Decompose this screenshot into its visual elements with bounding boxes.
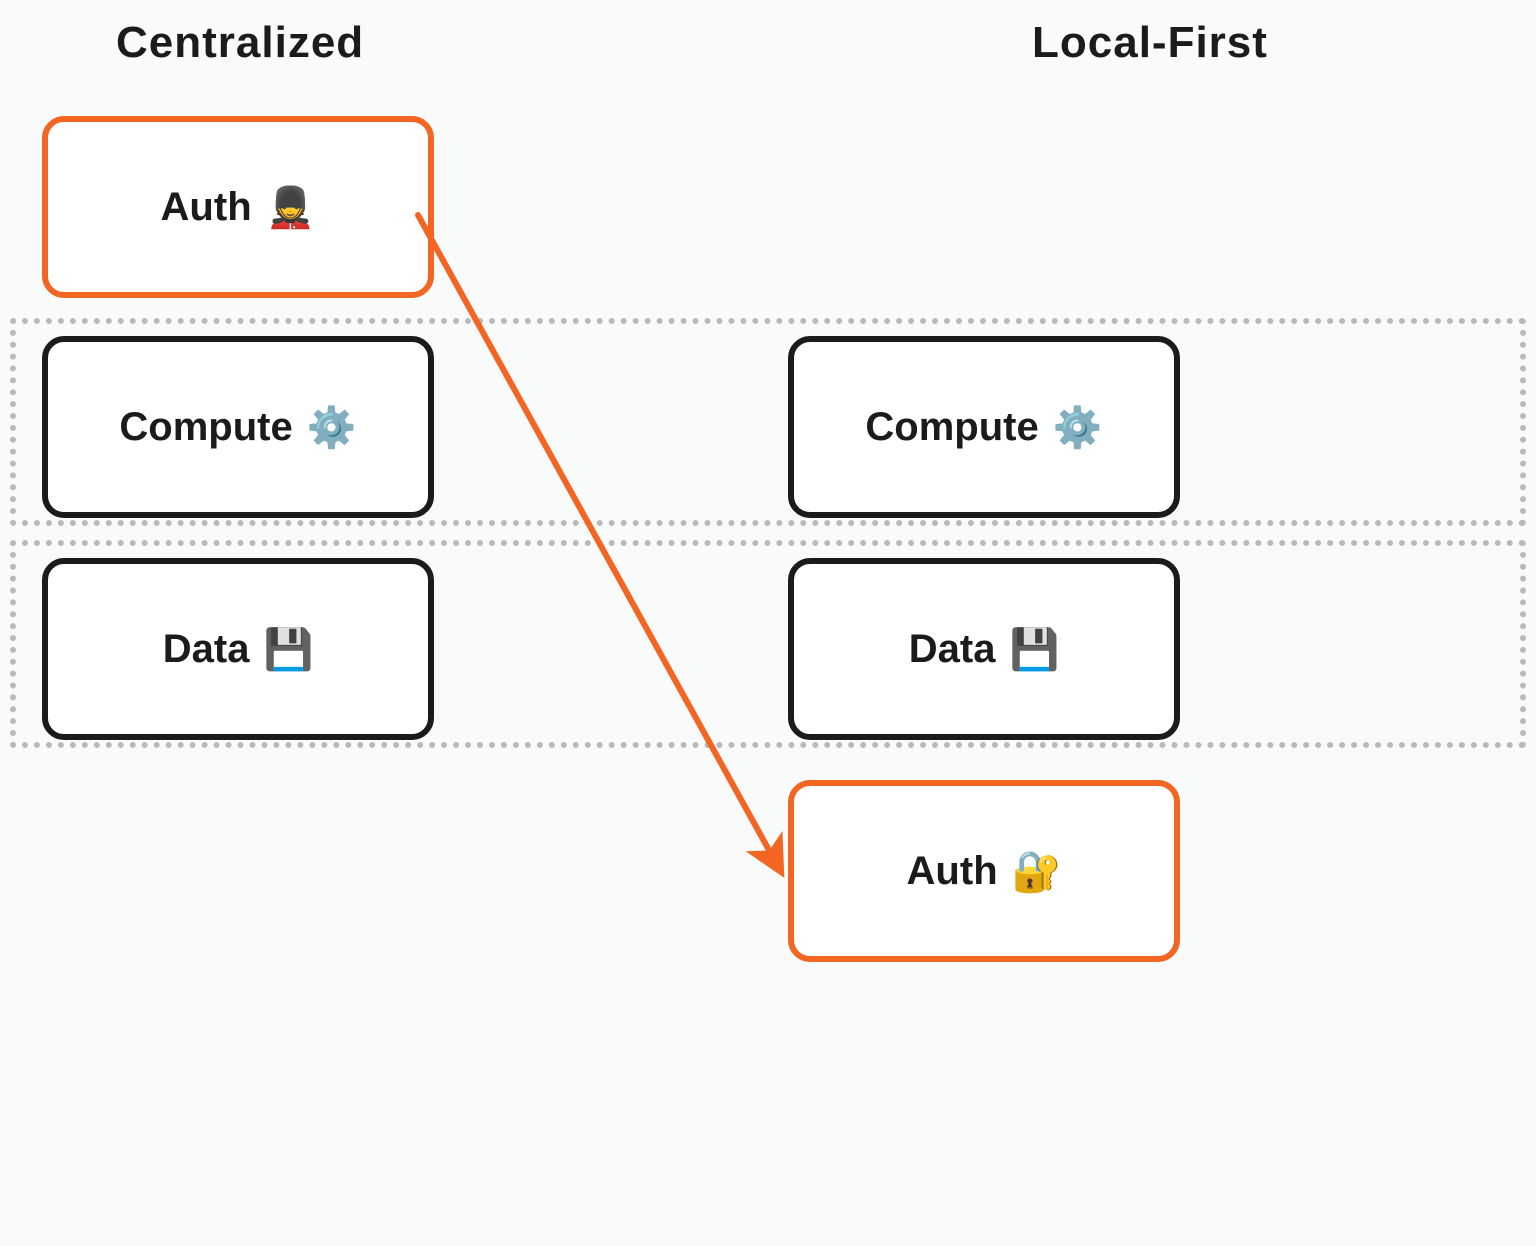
box-label: Compute: [119, 405, 292, 450]
gear-icon: ⚙️: [1053, 404, 1103, 451]
box-label: Auth: [907, 849, 998, 894]
box-label: Compute: [865, 405, 1038, 450]
gear-icon: ⚙️: [307, 404, 357, 451]
column-title-centralized: Centralized: [116, 18, 364, 68]
guard-icon: 💂: [266, 184, 316, 231]
box-localfirst-data: Data 💾: [788, 558, 1180, 740]
lock-icon: 🔐: [1012, 848, 1062, 895]
box-label: Data: [163, 627, 250, 672]
box-centralized-data: Data 💾: [42, 558, 434, 740]
floppy-disk-icon: 💾: [263, 626, 313, 673]
box-localfirst-compute: Compute ⚙️: [788, 336, 1180, 518]
box-label: Data: [909, 627, 996, 672]
column-title-local-first: Local-First: [1032, 18, 1268, 68]
diagram-canvas: Centralized Local-First Auth 💂 Compute ⚙…: [0, 0, 1536, 1246]
box-localfirst-auth: Auth 🔐: [788, 780, 1180, 962]
box-centralized-compute: Compute ⚙️: [42, 336, 434, 518]
box-label: Auth: [161, 185, 252, 230]
floppy-disk-icon: 💾: [1009, 626, 1059, 673]
box-centralized-auth: Auth 💂: [42, 116, 434, 298]
